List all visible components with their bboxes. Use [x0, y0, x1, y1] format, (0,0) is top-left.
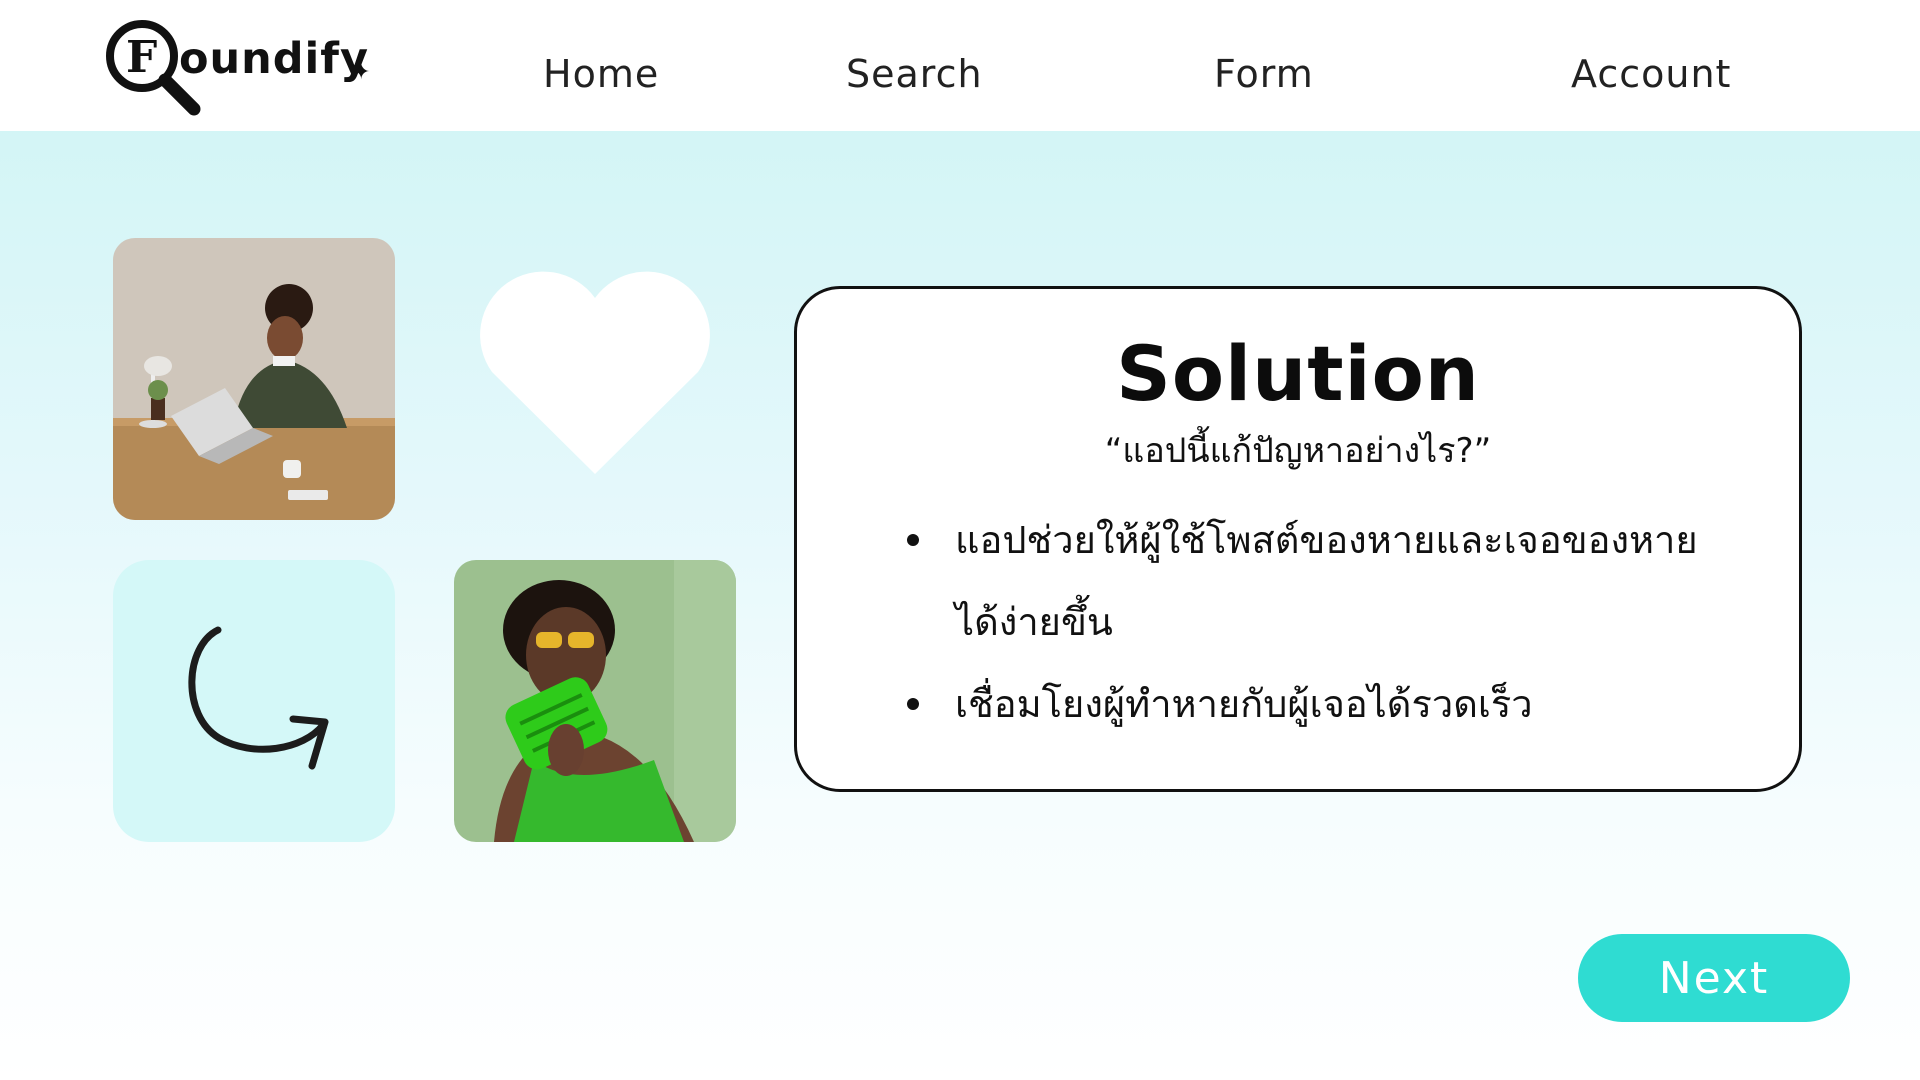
- sparkle-icon: ✦: [352, 60, 371, 85]
- next-button[interactable]: Next: [1578, 934, 1850, 1022]
- solution-card: Solution “แอปนี้แก้ปัญหาอย่างไร?” แอปช่ว…: [794, 286, 1802, 792]
- photo-woman-laptop: [113, 238, 395, 520]
- heart-icon: [480, 271, 710, 474]
- navbar: F oundify ✦ Home Search Form Account: [0, 0, 1920, 131]
- logo-letter: F: [126, 32, 158, 83]
- nav-home[interactable]: Home: [543, 52, 659, 96]
- card-subtitle: “แอปนี้แก้ปัญหาอย่างไร?”: [1104, 431, 1492, 471]
- list-item: แอปช่วยให้ผู้ใช้โพสต์ของหายและเจอของหายไ…: [907, 499, 1737, 663]
- bullet-text: แอปช่วยให้ผู้ใช้โพสต์ของหายและเจอของหายไ…: [955, 518, 1698, 644]
- nav-form[interactable]: Form: [1214, 52, 1314, 96]
- foundify-logo[interactable]: F oundify ✦: [104, 18, 374, 123]
- bullet-text: เชื่อมโยงผู้ทำหายกับผู้เจอได้รวดเร็ว: [955, 682, 1533, 726]
- solution-list: แอปช่วยให้ผู้ใช้โพสต์ของหายและเจอของหายไ…: [907, 499, 1737, 745]
- nav-search[interactable]: Search: [846, 52, 983, 96]
- list-item: เชื่อมโยงผู้ทำหายกับผู้เจอได้รวดเร็ว: [907, 663, 1737, 745]
- curved-arrow-icon: [188, 626, 329, 770]
- logo-wordmark: oundify: [179, 34, 370, 84]
- photo-woman-green-case: [454, 560, 736, 842]
- bullet-icon: [907, 534, 919, 546]
- nav-account[interactable]: Account: [1571, 52, 1731, 96]
- bullet-icon: [907, 698, 919, 710]
- arrow-tile: [113, 560, 395, 842]
- card-title: Solution: [1116, 329, 1480, 418]
